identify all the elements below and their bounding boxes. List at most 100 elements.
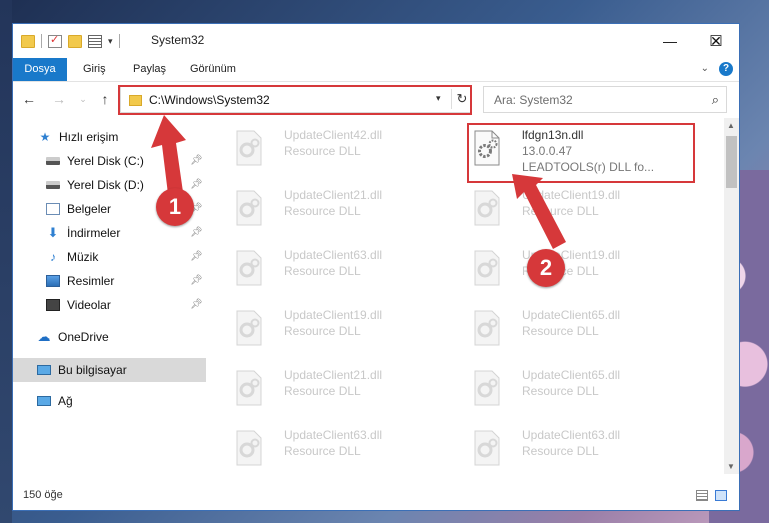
file-name: UpdateClient65.dll: [522, 308, 621, 322]
properties-check-icon[interactable]: [48, 33, 62, 48]
sidebar-item-label: OneDrive: [58, 330, 109, 344]
details-view-icon[interactable]: [696, 490, 708, 501]
sidebar-item-music[interactable]: ♪ Müzik 📌︎: [13, 246, 206, 268]
computer-icon: [37, 365, 51, 375]
sidebar-item-this-pc[interactable]: Bu bilgisayar: [13, 358, 206, 382]
scroll-down-icon[interactable]: ▼: [727, 462, 735, 471]
documents-icon: [46, 203, 60, 215]
file-name: UpdateClient19.dll: [522, 188, 621, 202]
vertical-scrollbar[interactable]: ▲ ▼: [724, 118, 739, 474]
minimize-button[interactable]: —: [647, 24, 693, 58]
dll-file-icon: [236, 130, 262, 166]
sidebar-item-label: Yerel Disk (C:): [67, 154, 144, 168]
toolbar-separator: [41, 34, 42, 48]
step-marker-1: 1: [156, 188, 194, 226]
file-name: UpdateClient42.dll: [284, 128, 383, 142]
sidebar-item-label: Ağ: [58, 394, 73, 408]
sidebar-item-label: İndirmeler: [67, 226, 121, 240]
list-item[interactable]: UpdateClient63.dll Resource DLL: [210, 422, 440, 470]
window-title: System32: [151, 33, 205, 47]
sidebar-item-onedrive[interactable]: ☁ OneDrive: [13, 326, 206, 348]
downloads-icon: ⬇: [47, 225, 59, 240]
sidebar-item-local-disk-c[interactable]: Yerel Disk (C:) 📌︎: [13, 150, 206, 172]
music-icon: ♪: [50, 250, 56, 264]
tiles-view-icon[interactable]: [715, 490, 727, 501]
list-item[interactable]: UpdateClient21.dll Resource DLL: [210, 182, 440, 230]
close-button-offscreen: [739, 24, 740, 58]
step-marker-2: 2: [527, 249, 565, 287]
expand-ribbon-icon[interactable]: ⌄: [701, 63, 709, 74]
search-input[interactable]: Ara: System32: [494, 93, 573, 107]
pin-icon[interactable]: 📌︎: [190, 179, 203, 190]
qat-dropdown-icon[interactable]: ▾: [108, 36, 113, 47]
file-type: Resource DLL: [522, 204, 599, 218]
pin-icon[interactable]: 📌︎: [190, 251, 203, 262]
forward-button[interactable]: →: [51, 91, 67, 107]
search-icon[interactable]: ⌕: [712, 92, 719, 108]
list-item[interactable]: UpdateClient19.dll Resource DLL: [448, 182, 678, 230]
folder-icon: [21, 34, 35, 48]
file-type: Resource DLL: [284, 264, 361, 278]
list-item[interactable]: UpdateClient63.dll Resource DLL: [210, 242, 440, 290]
navigation-pane: ★ Hızlı erişim Yerel Disk (C:) 📌︎ Yerel …: [13, 118, 206, 474]
pin-icon[interactable]: 📌︎: [190, 227, 203, 238]
file-type: Resource DLL: [284, 204, 361, 218]
pictures-icon: [46, 275, 60, 287]
file-type: Resource DLL: [284, 384, 361, 398]
tab-home[interactable]: Giriş: [83, 58, 106, 81]
file-type: Resource DLL: [522, 384, 599, 398]
sidebar-item-label: Resimler: [67, 274, 115, 288]
search-box[interactable]: Ara: System32 ⌕: [483, 86, 727, 113]
quick-access-toolbar: ▾: [21, 33, 120, 49]
file-type: Resource DLL: [284, 324, 361, 338]
sidebar-item-label: Müzik: [67, 250, 99, 264]
cloud-icon: ☁: [37, 329, 51, 344]
file-type: Resource DLL: [522, 444, 599, 458]
sidebar-item-pictures[interactable]: Resimler 📌︎: [13, 270, 206, 292]
help-icon[interactable]: ?: [719, 62, 733, 76]
sidebar-item-videos[interactable]: Videolar 📌︎: [13, 294, 206, 316]
sidebar-item-label: Bu bilgisayar: [58, 363, 127, 377]
file-type: Resource DLL: [284, 144, 361, 158]
network-icon: [37, 396, 51, 406]
scroll-up-icon[interactable]: ▲: [727, 121, 735, 130]
file-name: UpdateClient63.dll: [284, 428, 383, 442]
pin-icon[interactable]: 📌︎: [190, 155, 203, 166]
customize-list-icon[interactable]: [88, 34, 102, 48]
sidebar-item-quick-access[interactable]: ★ Hızlı erişim: [13, 126, 206, 148]
drive-icon: [46, 181, 60, 189]
status-bar: 150 öğe: [13, 482, 739, 510]
tab-file[interactable]: Dosya: [13, 58, 67, 81]
sidebar-item-network[interactable]: Ağ: [13, 390, 206, 412]
list-item[interactable]: UpdateClient21.dll Resource DLL: [210, 362, 440, 410]
dll-file-icon: [236, 370, 262, 406]
file-type: Resource DLL: [284, 444, 361, 458]
list-item[interactable]: UpdateClient65.dll Resource DLL: [448, 362, 678, 410]
back-button[interactable]: ←: [21, 91, 37, 107]
dll-file-icon: [236, 310, 262, 346]
file-name: UpdateClient65.dll: [522, 368, 621, 382]
pin-icon[interactable]: 📌︎: [190, 275, 203, 286]
dll-file-icon: [236, 190, 262, 226]
ribbon-tabs: Dosya Giriş Paylaş Görünüm ⌄ ?: [13, 58, 739, 82]
file-name: UpdateClient21.dll: [284, 368, 383, 382]
file-name: UpdateClient19.dll: [284, 308, 383, 322]
list-item[interactable]: UpdateClient63.dll Resource DLL: [448, 422, 678, 470]
scrollbar-thumb[interactable]: [726, 136, 737, 188]
dll-file-icon: [474, 250, 500, 286]
list-item[interactable]: UpdateClient19.dll Resource DLL: [210, 302, 440, 350]
tab-share[interactable]: Paylaş: [133, 58, 166, 81]
up-button[interactable]: ↑: [97, 91, 113, 107]
background-edge: [0, 0, 12, 523]
list-item[interactable]: UpdateClient42.dll Resource DLL: [210, 122, 440, 170]
sidebar-item-label: Belgeler: [67, 202, 112, 216]
close-button[interactable]: ✕: [693, 24, 739, 58]
title-bar: ▾ System32 — ☐: [13, 24, 739, 58]
tab-view[interactable]: Görünüm: [190, 58, 236, 81]
list-item[interactable]: UpdateClient65.dll Resource DLL: [448, 302, 678, 350]
new-folder-icon[interactable]: [68, 34, 82, 48]
sidebar-item-label: Hızlı erişim: [59, 130, 119, 144]
pin-icon[interactable]: 📌︎: [190, 299, 203, 310]
recent-dropdown-icon[interactable]: ⌄: [75, 91, 91, 107]
toolbar-separator: [118, 34, 120, 48]
